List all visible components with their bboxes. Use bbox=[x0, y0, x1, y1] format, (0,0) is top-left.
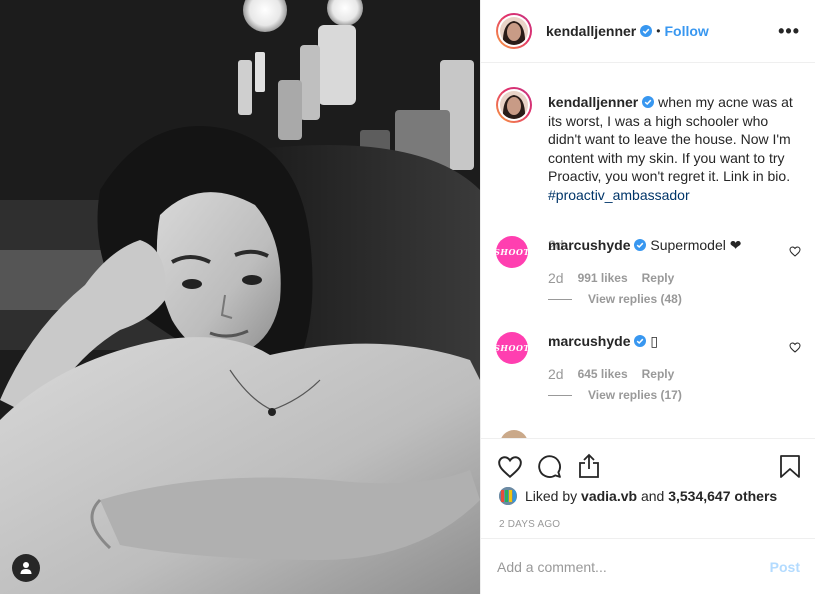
comment-text: marcushyde ▯ bbox=[548, 332, 658, 350]
comment-meta: 2d 645 likes Reply bbox=[548, 366, 674, 382]
liked-by-middle: and bbox=[640, 488, 665, 504]
post-photo[interactable] bbox=[0, 0, 480, 594]
liker-avatar[interactable] bbox=[499, 487, 517, 505]
bookmark-icon[interactable] bbox=[779, 454, 801, 479]
replies-divider bbox=[548, 394, 572, 396]
share-icon[interactable] bbox=[577, 453, 601, 479]
post-image bbox=[0, 0, 480, 594]
commenter-avatar[interactable] bbox=[500, 430, 528, 438]
liked-by-user-link[interactable]: vadia.vb bbox=[581, 488, 637, 504]
comment-like-heart-icon[interactable] bbox=[789, 342, 801, 353]
comment-like-heart-icon[interactable] bbox=[789, 246, 801, 257]
post-details-panel: kendalljenner • Follow ••• kendalljenner… bbox=[480, 0, 815, 594]
reply-button[interactable]: Reply bbox=[642, 367, 675, 381]
caption-author-avatar[interactable] bbox=[496, 87, 532, 123]
comments-section[interactable]: kendalljenner when my acne was at its wo… bbox=[481, 63, 815, 438]
author-avatar[interactable] bbox=[496, 13, 532, 49]
avatar-image bbox=[500, 17, 528, 45]
verified-badge-icon bbox=[640, 25, 653, 37]
comment-likes-count[interactable]: 991 likes bbox=[578, 271, 628, 285]
more-options-button[interactable]: ••• bbox=[778, 22, 800, 40]
comment-username[interactable]: marcushyde bbox=[548, 333, 630, 349]
view-replies-label: View replies (48) bbox=[588, 292, 682, 306]
comment-username[interactable]: marcushyde bbox=[548, 237, 630, 253]
reply-button[interactable]: Reply bbox=[642, 271, 675, 285]
verified-badge-icon bbox=[634, 239, 647, 251]
view-replies-button[interactable]: View replies (48) bbox=[548, 292, 682, 306]
likes-count-link[interactable]: 3,534,647 others bbox=[668, 488, 777, 504]
comment-likes-count[interactable]: 645 likes bbox=[578, 367, 628, 381]
comment-text: marcushyde Supermodel ❤ bbox=[548, 236, 741, 254]
liked-by-prefix: Liked by bbox=[525, 488, 578, 504]
view-replies-label: View replies (17) bbox=[588, 388, 682, 402]
commenter-avatar[interactable]: SHOOT bbox=[496, 236, 528, 268]
post-comment-button[interactable]: Post bbox=[770, 559, 800, 575]
add-comment-bar: Post bbox=[481, 538, 815, 594]
post-header: kendalljenner • Follow ••• bbox=[481, 0, 815, 63]
comment-bubble-icon[interactable] bbox=[537, 454, 562, 479]
view-replies-button[interactable]: View replies (17) bbox=[548, 388, 682, 402]
comment-age[interactable]: 2d bbox=[548, 366, 564, 382]
post-actions: Liked by vadia.vb and 3,534,647 others 2… bbox=[481, 438, 815, 530]
header-separator: • bbox=[656, 24, 661, 38]
verified-badge-icon bbox=[642, 96, 655, 108]
user-tag-button[interactable] bbox=[12, 554, 40, 582]
verified-badge-icon bbox=[634, 335, 647, 347]
comment-body: ▯ bbox=[650, 333, 659, 349]
comment-input[interactable] bbox=[497, 557, 747, 577]
caption-text: kendalljenner when my acne was at its wo… bbox=[548, 93, 803, 204]
avatar-logo-text: SHOOT bbox=[496, 343, 528, 353]
commenter-avatar[interactable]: SHOOT bbox=[496, 332, 528, 364]
avatar-image bbox=[499, 487, 517, 505]
header-username[interactable]: kendalljenner bbox=[546, 23, 636, 39]
liked-by-summary: Liked by vadia.vb and 3,534,647 others bbox=[499, 487, 777, 505]
avatar-image bbox=[500, 91, 528, 119]
comment-meta: 2d 991 likes Reply bbox=[548, 270, 674, 286]
replies-divider bbox=[548, 298, 572, 300]
avatar-logo-text: SHOOT bbox=[496, 247, 528, 257]
user-tag-icon bbox=[20, 562, 32, 574]
post-date[interactable]: 2 DAYS AGO bbox=[499, 519, 560, 530]
comment-body: Supermodel ❤ bbox=[650, 237, 742, 253]
heart-icon[interactable] bbox=[497, 455, 523, 479]
comment-age[interactable]: 2d bbox=[548, 270, 564, 286]
follow-button[interactable]: Follow bbox=[664, 23, 708, 39]
caption-username[interactable]: kendalljenner bbox=[548, 94, 638, 110]
caption-hashtag-link[interactable]: #proactiv_ambassador bbox=[548, 187, 690, 203]
